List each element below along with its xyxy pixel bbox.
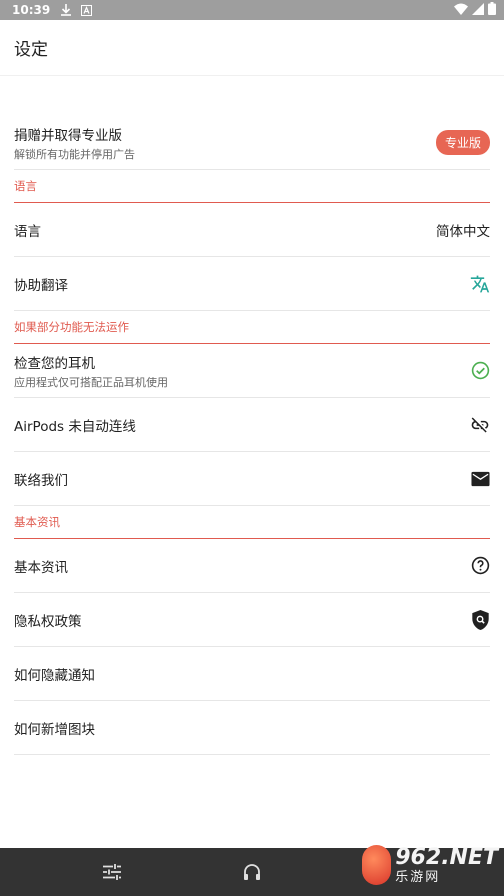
help-translate-row[interactable]: 协助翻译 (14, 257, 490, 311)
headphones-icon[interactable] (242, 862, 262, 882)
pro-badge[interactable]: 专业版 (435, 130, 490, 155)
battery-icon (488, 2, 496, 18)
basic-info-label: 基本资讯 (14, 559, 68, 576)
privacy-policy-label: 隐私权政策 (14, 613, 82, 630)
watermark-ball (362, 845, 392, 885)
hide-notification-row[interactable]: 如何隐藏通知 (14, 647, 490, 701)
signal-icon (472, 2, 484, 18)
language-row[interactable]: 语言 简体中文 (14, 203, 490, 257)
status-bar: 10:39 (0, 0, 504, 20)
page-title: 设定 (14, 40, 48, 60)
language-label: 语言 (14, 223, 41, 240)
section-label: 语言 (14, 179, 37, 193)
donate-pro-subtitle: 解锁所有功能并停用广告 (14, 147, 135, 161)
check-headphones-row[interactable]: 检查您的耳机 应用程式仅可搭配正品耳机使用 (14, 344, 490, 398)
check-circle-icon (470, 361, 490, 381)
donate-pro-title: 捐赠并取得专业版 (14, 127, 122, 144)
airpods-not-connecting-row[interactable]: AirPods 未自动连线 (14, 398, 490, 452)
donate-pro-row[interactable]: 捐赠并取得专业版 解锁所有功能并停用广告 专业版 (14, 116, 490, 170)
app-bar: 设定 (0, 20, 504, 76)
section-header-language: 语言 (14, 170, 490, 203)
check-headphones-title: 检查您的耳机 (14, 355, 95, 372)
contact-us-row[interactable]: 联络我们 (14, 452, 490, 506)
link-off-icon (470, 415, 490, 435)
mail-icon (470, 469, 490, 489)
section-label: 如果部分功能无法运作 (14, 320, 129, 334)
privacy-policy-row[interactable]: 隐私权政策 (14, 593, 490, 647)
download-icon (60, 4, 72, 16)
section-label: 基本资讯 (14, 515, 60, 529)
check-headphones-subtitle: 应用程式仅可搭配正品耳机使用 (14, 375, 168, 389)
status-time: 10:39 (12, 3, 51, 17)
section-header-troubleshoot: 如果部分功能无法运作 (14, 311, 490, 344)
add-tile-row[interactable]: 如何新增图块 (14, 701, 490, 755)
watermark-sub: 乐游网 (395, 869, 441, 885)
watermark-suffix: .NET (441, 844, 498, 870)
shield-search-icon (470, 609, 490, 630)
status-icons (454, 2, 496, 18)
wifi-icon (454, 3, 468, 18)
add-tile-label: 如何新增图块 (14, 721, 95, 738)
section-header-basic-info: 基本资讯 (14, 506, 490, 539)
language-value: 简体中文 (436, 223, 490, 240)
airpods-not-connecting-label: AirPods 未自动连线 (14, 418, 136, 435)
app-notification-icon (80, 4, 92, 16)
watermark-number: 962 (395, 844, 442, 870)
contact-us-label: 联络我们 (14, 472, 68, 489)
watermark-logo: 962.NET 乐游网 (362, 836, 498, 894)
translate-icon (470, 274, 490, 294)
help-translate-label: 协助翻译 (14, 277, 68, 294)
basic-info-row[interactable]: 基本资讯 (14, 539, 490, 593)
help-circle-icon (470, 556, 490, 576)
settings-sliders-icon[interactable] (102, 862, 122, 882)
hide-notification-label: 如何隐藏通知 (14, 667, 95, 684)
